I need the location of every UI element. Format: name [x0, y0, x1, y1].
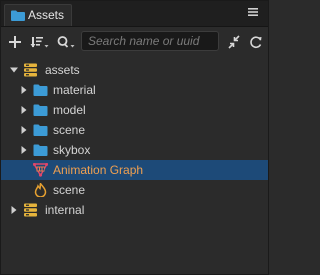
tree-item-scene-folder[interactable]: scene	[1, 120, 268, 140]
assets-toolbar	[1, 28, 268, 56]
tree-item-label: model	[53, 103, 86, 117]
refresh-button[interactable]	[249, 32, 263, 52]
tree-item-scene-file[interactable]: scene	[1, 180, 268, 200]
assets-panel: Assets Search name or uuid assets materi…	[0, 0, 269, 275]
sort-button[interactable]	[30, 32, 50, 52]
search-filter-button[interactable]	[56, 32, 76, 52]
tree-item-label: skybox	[53, 143, 91, 157]
search-input[interactable]	[81, 31, 219, 51]
tab-label: Assets	[28, 8, 65, 22]
tab-assets[interactable]: Assets	[4, 4, 72, 26]
folder-icon	[33, 104, 48, 116]
tree-item-material[interactable]: material	[1, 80, 268, 100]
tree-item-animation-graph[interactable]: Animation Graph	[1, 160, 268, 180]
chevron-right-icon[interactable]	[20, 106, 28, 114]
menu-icon[interactable]	[246, 5, 260, 19]
database-icon	[24, 63, 37, 77]
tree-item-label: scene	[53, 183, 86, 197]
tree-item-label: assets	[45, 63, 80, 77]
database-icon	[24, 203, 37, 217]
animation-graph-icon	[33, 163, 48, 177]
tree-item-label: material	[53, 83, 96, 97]
chevron-right-icon[interactable]	[20, 86, 28, 94]
collapse-icon	[228, 35, 240, 49]
chevron-down-icon[interactable]	[10, 66, 18, 74]
chevron-right-icon[interactable]	[10, 206, 18, 214]
folder-icon	[11, 10, 25, 21]
tree-item-label: internal	[45, 203, 85, 217]
chevron-right-icon[interactable]	[20, 126, 28, 134]
tree-item-skybox[interactable]: skybox	[1, 140, 268, 160]
search-filter-icon	[57, 36, 75, 48]
add-button[interactable]	[8, 32, 22, 52]
panel-tab-bar: Assets	[1, 1, 268, 27]
collapse-all-button[interactable]	[227, 32, 241, 52]
tree-item-assets[interactable]: assets	[1, 60, 268, 80]
folder-icon	[33, 84, 48, 96]
folder-icon	[33, 124, 48, 136]
folder-icon	[33, 144, 48, 156]
scene-icon	[34, 183, 47, 197]
sort-icon	[30, 37, 49, 48]
tree-item-internal[interactable]: internal	[1, 200, 268, 220]
tree-item-label: scene	[53, 123, 86, 137]
tree-item-label: Animation Graph	[53, 163, 144, 177]
refresh-icon	[250, 36, 262, 49]
chevron-right-icon[interactable]	[20, 146, 28, 154]
plus-icon	[9, 36, 21, 48]
tree-item-model[interactable]: model	[1, 100, 268, 120]
